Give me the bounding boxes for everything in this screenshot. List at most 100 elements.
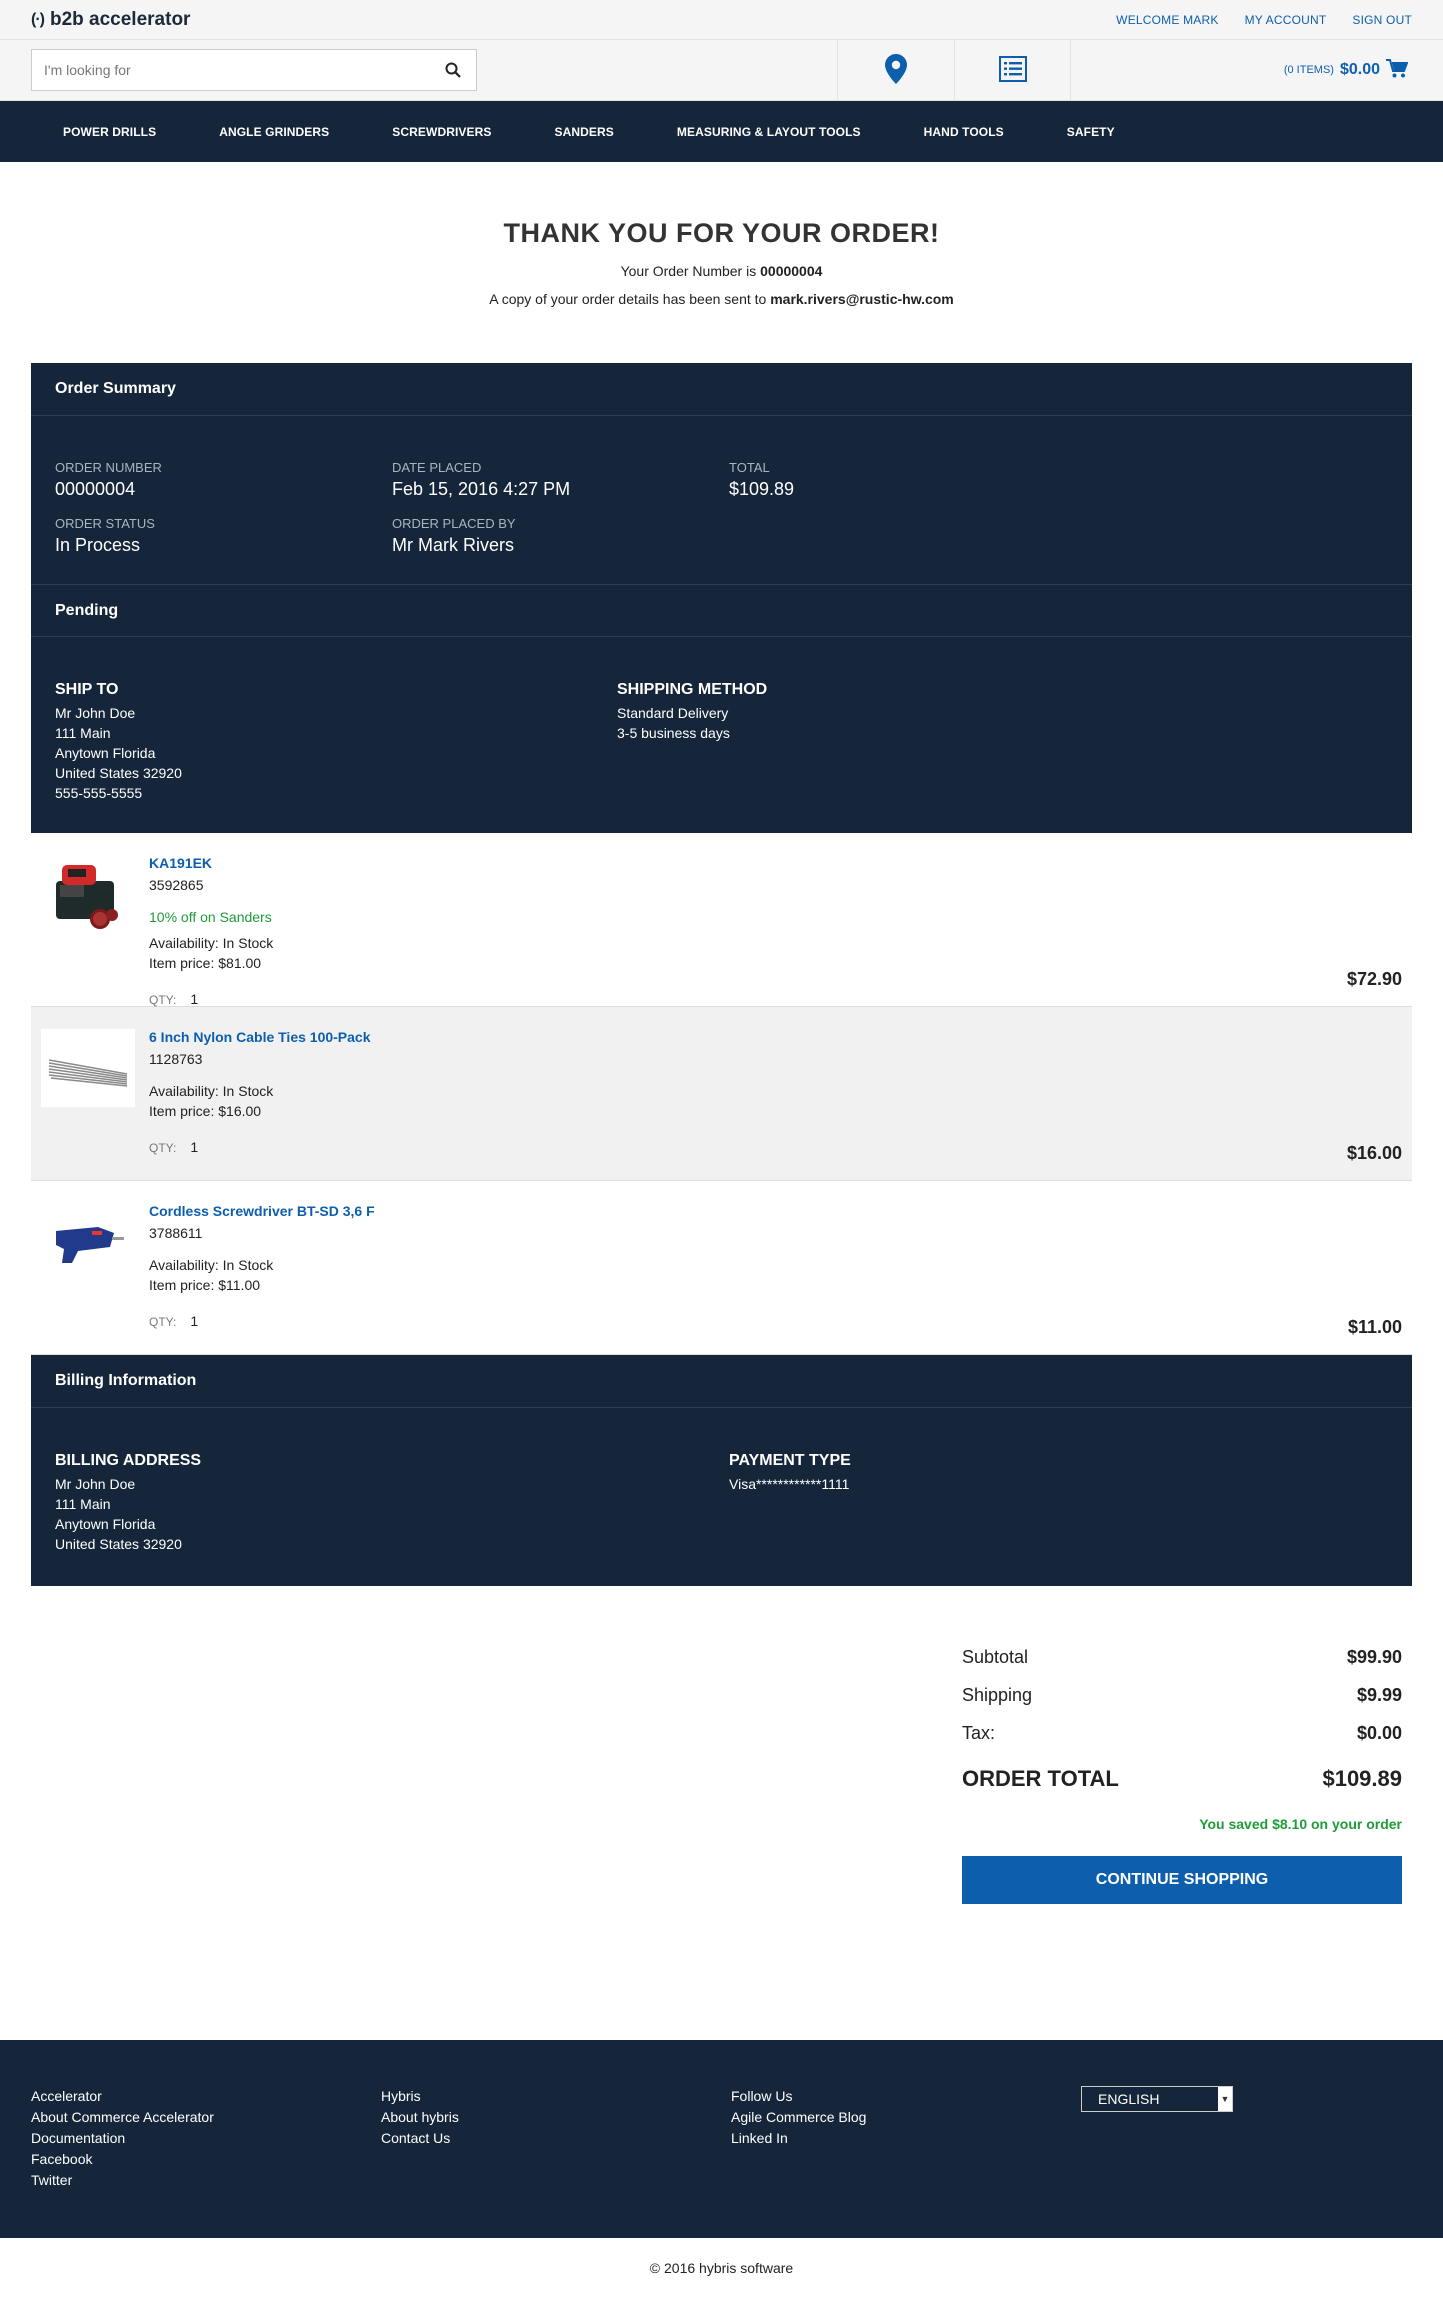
footer-link[interactable]: Agile Commerce Blog bbox=[731, 2107, 1081, 2128]
order-item: KA191EK 3592865 10% off on Sanders Avail… bbox=[31, 833, 1412, 1007]
search-icon[interactable] bbox=[442, 59, 464, 81]
nav-screwdrivers[interactable]: SCREWDRIVERS bbox=[392, 125, 491, 139]
search-row: (0 ITEMS) $0.00 bbox=[0, 39, 1443, 101]
page-title: THANK YOU FOR YOUR ORDER! bbox=[503, 218, 940, 248]
product-name-link[interactable]: Cordless Screwdriver BT-SD 3,6 F bbox=[149, 1203, 375, 1219]
availability: Availability: In Stock bbox=[149, 1257, 274, 1273]
footer-link[interactable]: Linked In bbox=[731, 2128, 1081, 2149]
product-sku: 1128763 bbox=[149, 1051, 203, 1067]
continue-shopping-button[interactable]: CONTINUE SHOPPING bbox=[962, 1856, 1402, 1904]
placed-by-field: ORDER PLACED BY Mr Mark Rivers bbox=[392, 516, 516, 555]
nav-safety[interactable]: SAFETY bbox=[1067, 125, 1115, 139]
order-summary-details: ORDER NUMBER 00000004 DATE PLACED Feb 15… bbox=[31, 416, 1412, 584]
order-number-line: Your Order Number is 00000004 bbox=[620, 263, 823, 279]
date-placed-field: DATE PLACED Feb 15, 2016 4:27 PM bbox=[392, 460, 571, 499]
mini-cart[interactable]: (0 ITEMS) $0.00 bbox=[1071, 58, 1443, 82]
billing-address-block: BILLING ADDRESS Mr John Doe 111 Main Any… bbox=[55, 1452, 202, 1552]
logo-mark: (·) bbox=[31, 10, 45, 28]
shipping-method-block: SHIPPING METHOD Standard Delivery 3-5 bu… bbox=[617, 681, 768, 741]
footer-column-hybris: Hybris About hybris Contact Us bbox=[381, 2086, 731, 2238]
order-item: 6 Inch Nylon Cable Ties 100-Pack 1128763… bbox=[31, 1007, 1412, 1181]
search-box bbox=[31, 49, 477, 91]
footer: Accelerator About Commerce Accelerator D… bbox=[0, 2040, 1443, 2238]
item-price: Item price: $11.00 bbox=[149, 1277, 261, 1293]
item-price: Item price: $16.00 bbox=[149, 1103, 262, 1119]
product-image[interactable] bbox=[41, 855, 135, 933]
nav-power-drills[interactable]: POWER DRILLS bbox=[63, 125, 156, 139]
footer-link[interactable]: Accelerator bbox=[31, 2086, 381, 2107]
store-finder-button[interactable] bbox=[837, 39, 954, 101]
cart-item-count: (0 ITEMS) bbox=[1283, 64, 1334, 76]
confirmation-email: mark.rivers@rustic-hw.com bbox=[770, 291, 954, 307]
copyright: © 2016 hybris software bbox=[649, 2260, 794, 2276]
order-totals: Subtotal $99.90 Shipping $9.99 Tax: $0.00 O… bbox=[962, 1638, 1402, 1904]
order-summary-panel: Order Summary ORDER NUMBER 00000004 DATE… bbox=[31, 363, 1412, 833]
location-pin-icon bbox=[885, 53, 907, 87]
footer-link[interactable]: Twitter bbox=[31, 2170, 381, 2191]
cart-icon bbox=[1386, 58, 1409, 82]
nav-angle-grinders[interactable]: ANGLE GRINDERS bbox=[219, 125, 329, 139]
availability: Availability: In Stock bbox=[149, 935, 274, 951]
product-name-link[interactable]: 6 Inch Nylon Cable Ties 100-Pack bbox=[149, 1029, 371, 1045]
product-name-link[interactable]: KA191EK bbox=[149, 855, 273, 871]
footer-link[interactable]: Contact Us bbox=[381, 2128, 731, 2149]
quick-order-button[interactable] bbox=[954, 39, 1071, 101]
billing-title: Billing Information bbox=[31, 1355, 1412, 1408]
item-info: Cordless Screwdriver BT-SD 3,6 F 3788611… bbox=[149, 1203, 375, 1332]
chevron-down-icon: ▼ bbox=[1218, 2087, 1232, 2111]
my-account-link[interactable]: MY ACCOUNT bbox=[1245, 13, 1327, 27]
nav-measuring-layout-tools[interactable]: MEASURING & LAYOUT TOOLS bbox=[677, 125, 861, 139]
order-summary-title: Order Summary bbox=[31, 363, 1412, 416]
nav-hand-tools[interactable]: HAND TOOLS bbox=[924, 125, 1004, 139]
order-total-row: ORDER TOTAL $109.89 bbox=[962, 1766, 1402, 1791]
billing-details: BILLING ADDRESS Mr John Doe 111 Main Any… bbox=[31, 1408, 1412, 1586]
payment-type-block: PAYMENT TYPE Visa************1111 bbox=[729, 1452, 1029, 1554]
sign-out-link[interactable]: SIGN OUT bbox=[1352, 13, 1412, 27]
welcome-link[interactable]: WELCOME MARK bbox=[1116, 13, 1218, 27]
order-confirmation: THANK YOU FOR YOUR ORDER! Your Order Num… bbox=[0, 162, 1443, 307]
footer-column-follow: Follow Us Agile Commerce Blog Linked In bbox=[731, 2086, 1081, 2238]
product-image[interactable] bbox=[41, 1029, 135, 1107]
language-select[interactable]: ENGLISH ▼ bbox=[1081, 2086, 1233, 2112]
product-image[interactable] bbox=[41, 1203, 135, 1281]
order-number: 00000004 bbox=[760, 263, 823, 279]
pending-title: Pending bbox=[31, 584, 1412, 637]
footer-link[interactable]: Hybris bbox=[381, 2086, 731, 2107]
tax-row: Tax: $0.00 bbox=[962, 1723, 1402, 1743]
footer-link[interactable]: Follow Us bbox=[731, 2086, 1081, 2107]
product-sku: 3592865 bbox=[149, 877, 204, 893]
line-total: $11.00 bbox=[1347, 1317, 1402, 1337]
email-line: A copy of your order details has been se… bbox=[489, 291, 954, 307]
nav-sanders[interactable]: SANDERS bbox=[555, 125, 614, 139]
item-price: Item price: $81.00 bbox=[149, 955, 262, 971]
cart-total: $0.00 bbox=[1339, 61, 1380, 78]
availability: Availability: In Stock bbox=[149, 1083, 274, 1099]
search-input[interactable] bbox=[44, 62, 442, 78]
quantity: QTY: 1 bbox=[149, 991, 199, 1007]
footer-link[interactable]: About Commerce Accelerator bbox=[31, 2107, 381, 2128]
ship-to-block: SHIP TO Mr John Doe 111 Main Anytown Flo… bbox=[55, 681, 182, 801]
billing-panel: Billing Information BILLING ADDRESS Mr J… bbox=[31, 1355, 1412, 1586]
order-item: Cordless Screwdriver BT-SD 3,6 F 3788611… bbox=[31, 1181, 1412, 1355]
subtotal-row: Subtotal $99.90 bbox=[962, 1647, 1402, 1667]
account-links: WELCOME MARK MY ACCOUNT SIGN OUT bbox=[1116, 13, 1412, 27]
site-logo[interactable]: (·) b2b accelerator bbox=[31, 9, 190, 31]
top-bar: (·) b2b accelerator WELCOME MARK MY ACCO… bbox=[0, 0, 1443, 40]
order-total-field: TOTAL $109.89 bbox=[729, 460, 795, 499]
footer-link[interactable]: Documentation bbox=[31, 2128, 381, 2149]
line-total: $16.00 bbox=[1346, 1143, 1402, 1163]
shipping-details: SHIP TO Mr John Doe 111 Main Anytown Flo… bbox=[31, 637, 1412, 833]
product-sku: 3788611 bbox=[149, 1225, 203, 1241]
logo-text: b2b accelerator bbox=[49, 8, 191, 30]
line-total: $72.90 bbox=[1346, 969, 1402, 989]
footer-link[interactable]: About hybris bbox=[381, 2107, 731, 2128]
order-status-field: ORDER STATUS In Process bbox=[55, 516, 155, 555]
order-number-field: ORDER NUMBER 00000004 bbox=[55, 460, 162, 499]
order-items: KA191EK 3592865 10% off on Sanders Avail… bbox=[31, 833, 1412, 1355]
payment-card: Visa************1111 bbox=[729, 1476, 850, 1492]
footer-column-accelerator: Accelerator About Commerce Accelerator D… bbox=[31, 2086, 381, 2238]
footer-column-language: ENGLISH ▼ bbox=[1081, 2086, 1233, 2238]
quantity: QTY: 1 bbox=[149, 1313, 199, 1329]
footer-link[interactable]: Facebook bbox=[31, 2149, 381, 2170]
item-info: KA191EK 3592865 10% off on Sanders Avail… bbox=[149, 855, 274, 1007]
